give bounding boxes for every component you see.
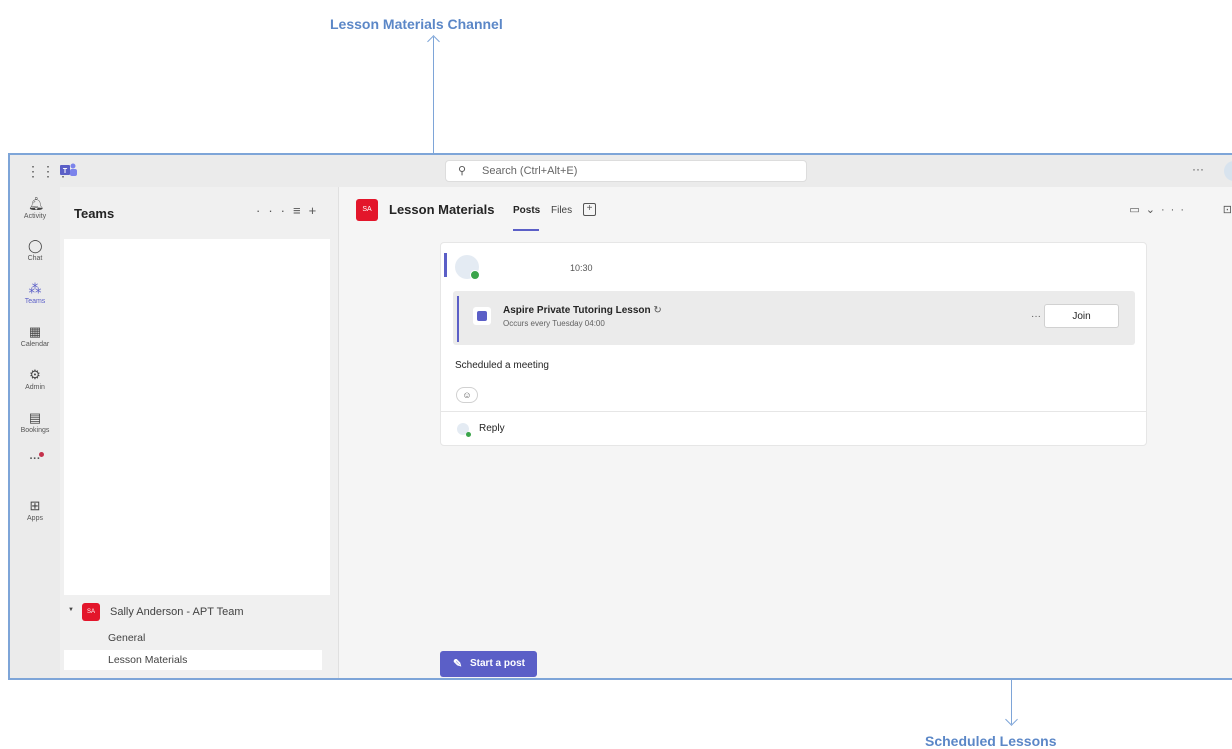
chat-icon: ◯ (28, 238, 43, 253)
rail-item-apps[interactable]: ⊞ Apps (10, 498, 60, 523)
rail-item-chat[interactable]: ◯ Chat (10, 238, 60, 263)
tab-files[interactable]: Files (551, 205, 572, 216)
header-actions: ▭⌄··· (1129, 203, 1190, 216)
team-avatar: SA (82, 603, 100, 621)
meeting-more-icon[interactable]: ··· (1031, 311, 1041, 322)
channel-item-general[interactable]: General (64, 628, 322, 648)
rail-item-teams[interactable]: ⁂ Teams (10, 281, 60, 306)
post-text: Scheduled a meeting (455, 360, 549, 371)
channel-item-lesson-materials[interactable]: Lesson Materials (64, 650, 322, 670)
annotation-line-top (433, 37, 434, 171)
user-avatar[interactable] (1224, 161, 1232, 181)
start-post-label: Start a post (470, 658, 526, 669)
rail-item-label: Admin (25, 384, 45, 391)
search-input[interactable]: ⚲ Search (Ctrl+Alt+E) (445, 160, 807, 182)
chevron-down-icon[interactable]: ⌄ (1146, 204, 1161, 216)
bookings-icon: ▤ (28, 410, 42, 425)
meeting-title: Aspire Private Tutoring Lesson ↻ (503, 305, 662, 316)
team-name: Sally Anderson - APT Team (110, 606, 244, 618)
bell-icon: 🔔︎ (28, 196, 45, 211)
rail-item-label: Activity (23, 213, 47, 220)
rail-item-label: Apps (27, 515, 43, 522)
meeting-accent-bar (457, 296, 459, 342)
search-placeholder: Search (Ctrl+Alt+E) (482, 165, 578, 177)
channel-post: 10:30 Aspire Private Tutoring Lesson ↻ O… (440, 242, 1147, 446)
notification-dot-icon (39, 452, 44, 457)
rail-item-calendar[interactable]: ▦ Calendar (10, 324, 60, 349)
annotation-arrow-down-icon (1005, 713, 1018, 726)
channel-info-icon[interactable]: ⊡ (1223, 203, 1232, 216)
start-post-button[interactable]: ✎ Start a post (440, 651, 537, 677)
rail-item-more[interactable]: ··· (10, 453, 60, 465)
annotation-scheduled-lessons: Scheduled Lessons (925, 733, 1057, 749)
meeting-recurrence: Occurs every Tuesday 04:00 (503, 319, 605, 328)
channel-header: SA Lesson Materials Posts Files + ▭⌄··· … (339, 187, 1232, 233)
teams-panel-title: Teams (74, 206, 115, 221)
rail-item-label: Calendar (20, 341, 50, 348)
admin-icon: ⚙ (29, 367, 41, 382)
calendar-icon: ▦ (28, 324, 42, 339)
rail-item-admin[interactable]: ⚙ Admin (10, 367, 60, 392)
teams-window: ⋮⋮⋮ T ⚲ Search (Ctrl+Alt+E) ··· 🔔︎ Activ… (8, 153, 1232, 680)
add-icon[interactable]: + (309, 203, 325, 218)
teams-logo-icon: T (60, 163, 77, 176)
annotation-lesson-materials-channel: Lesson Materials Channel (330, 16, 503, 32)
title-bar: ⋮⋮⋮ T ⚲ Search (Ctrl+Alt+E) ··· (10, 155, 1232, 187)
add-reaction-icon[interactable]: ☺ (456, 387, 478, 403)
svg-text:T: T (63, 168, 68, 175)
presence-available-icon (470, 270, 480, 280)
search-icon: ⚲ (458, 165, 467, 177)
active-tab-indicator (513, 229, 539, 231)
post-timestamp: 10:30 (570, 263, 593, 273)
rail-item-activity[interactable]: 🔔︎ Activity (10, 196, 60, 221)
more-options-icon[interactable]: ··· (1192, 162, 1204, 176)
more-options-icon[interactable]: ··· (1161, 204, 1190, 216)
reply-avatar (457, 423, 471, 437)
filter-icon[interactable]: ≡ (293, 203, 309, 218)
calendar-icon (473, 307, 491, 325)
teams-panel: Teams ···≡+ ▼ SA Sally Anderson - APT Te… (60, 187, 338, 678)
more-options-icon[interactable]: ··· (256, 203, 293, 218)
presence-available-icon (466, 432, 471, 437)
reply-button[interactable]: Reply (479, 423, 505, 434)
video-call-icon[interactable]: ▭ (1129, 204, 1145, 216)
rail-item-label: Bookings (20, 427, 50, 434)
teams-panel-actions: ···≡+ (256, 203, 324, 218)
author-avatar[interactable] (455, 255, 480, 280)
app-rail: 🔔︎ Activity ◯ Chat ⁂ Teams ▦ Calendar ⚙ … (10, 187, 60, 678)
teams-icon: ⁂ (28, 281, 42, 296)
apps-icon: ⊞ (29, 498, 41, 513)
channel-team-avatar: SA (356, 199, 378, 221)
tab-posts[interactable]: Posts (513, 205, 540, 216)
post-accent-bar (444, 253, 447, 277)
caret-down-icon[interactable]: ▼ (68, 607, 74, 613)
meeting-card[interactable]: Aspire Private Tutoring Lesson ↻ Occurs … (453, 291, 1135, 345)
rail-item-label: Chat (27, 255, 43, 262)
join-button[interactable]: Join (1044, 304, 1119, 328)
recurring-icon: ↻ (653, 305, 662, 316)
reply-row[interactable]: Reply (441, 411, 1146, 446)
rail-item-label: Teams (24, 298, 46, 305)
teams-list-area (64, 239, 330, 595)
add-tab-icon[interactable]: + (583, 203, 596, 216)
compose-icon: ✎ (453, 658, 463, 670)
rail-item-bookings[interactable]: ▤ Bookings (10, 410, 60, 435)
channel-title: Lesson Materials (389, 202, 495, 217)
channel-main: SA Lesson Materials Posts Files + ▭⌄··· … (338, 187, 1232, 678)
